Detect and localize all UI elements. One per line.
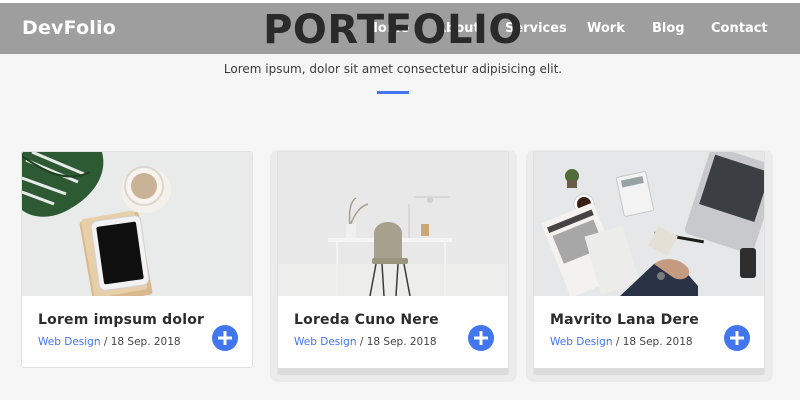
card-2-image — [278, 152, 508, 296]
card-2-date: 18 Sep. 2018 — [366, 336, 437, 348]
card-3-image — [534, 152, 764, 296]
section-subtitle: Lorem ipsum, dolor sit amet consectetur … — [223, 62, 563, 76]
portfolio-card-1[interactable]: Lorem impsum dolor Web Design / 18 Sep. … — [21, 151, 253, 368]
title-underline — [377, 91, 409, 94]
card-2-separator: / — [356, 336, 367, 348]
card-1-title: Lorem impsum dolor — [38, 312, 205, 328]
card-2-title: Loreda Cuno Nere — [294, 312, 439, 328]
card-3-meta: Web Design / 18 Sep. 2018 — [550, 336, 693, 348]
card-1-separator: / — [100, 336, 111, 348]
card-1-image — [22, 152, 252, 296]
card-3-category-link[interactable]: Web Design — [550, 336, 612, 348]
card-3-title: Mavrito Lana Dere — [550, 312, 699, 328]
card-3-date: 18 Sep. 2018 — [622, 336, 693, 348]
plus-circle-icon — [474, 331, 488, 345]
portfolio-card-2[interactable]: Loreda Cuno Nere Web Design / 18 Sep. 20… — [277, 151, 509, 375]
card-2-category-link[interactable]: Web Design — [294, 336, 356, 348]
card-1-category-link[interactable]: Web Design — [38, 336, 100, 348]
plus-circle-icon — [218, 331, 232, 345]
card-1-meta: Web Design / 18 Sep. 2018 — [38, 336, 181, 348]
card-1-date: 18 Sep. 2018 — [110, 336, 181, 348]
card-2-meta: Web Design / 18 Sep. 2018 — [294, 336, 437, 348]
card-1-add-button[interactable] — [212, 325, 238, 351]
section-title: PORTFOLIO — [263, 7, 523, 53]
plus-circle-icon — [730, 331, 744, 345]
card-2-add-button[interactable] — [468, 325, 494, 351]
card-3-separator: / — [612, 336, 623, 348]
card-3-add-button[interactable] — [724, 325, 750, 351]
portfolio-card-3[interactable]: Mavrito Lana Dere Web Design / 18 Sep. 2… — [533, 151, 765, 375]
